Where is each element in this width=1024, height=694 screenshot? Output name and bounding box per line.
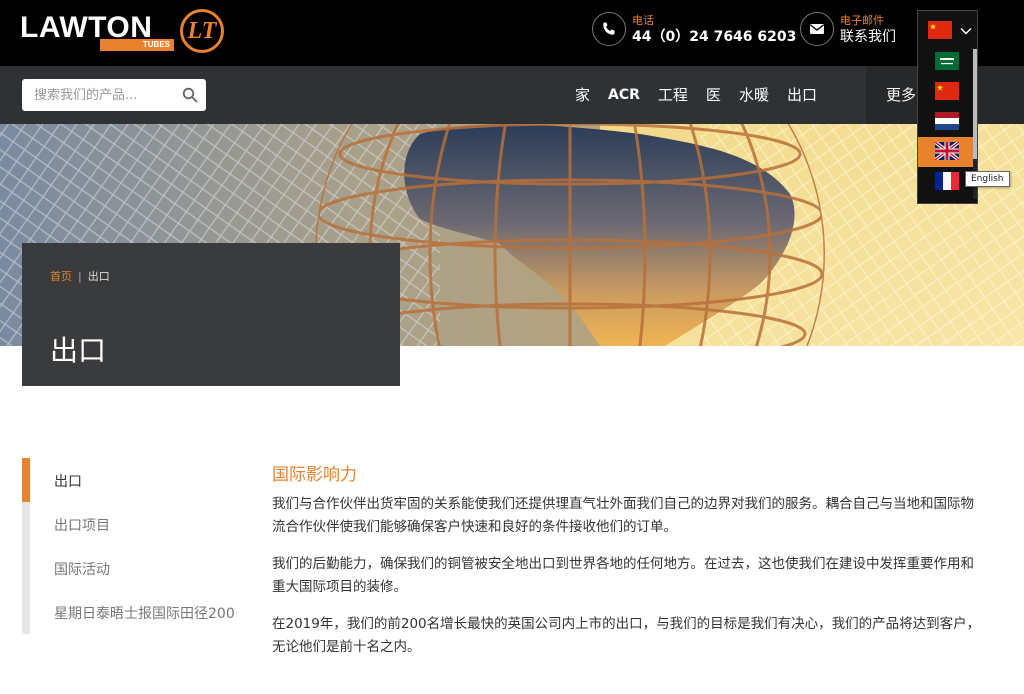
- nav-item-plumbing[interactable]: 水暖: [730, 66, 778, 124]
- main-content: 国际影响力 我们与合作伙伴出货牢固的关系能使我们还提供理直气壮外面我们自己的边界…: [272, 460, 982, 673]
- language-option-chinese[interactable]: [918, 77, 977, 107]
- paragraph: 在2019年，我们的前200名增长最快的英国公司内上市的出口，与我们的目标是我们…: [272, 616, 981, 655]
- section-heading: 国际影响力: [272, 465, 357, 485]
- paragraph: 我们与合作伙伴出货牢固的关系能使我们还提供理直气壮外面我们自己的边界对我们的服务…: [272, 496, 974, 535]
- breadcrumb-current: 出口: [87, 270, 110, 283]
- search-box: [22, 79, 206, 111]
- side-item-export[interactable]: 出口: [54, 471, 82, 491]
- nav-item-export[interactable]: 出口: [778, 66, 826, 124]
- phone-contact[interactable]: 电话 44（0）24 7646 6203: [592, 10, 796, 52]
- lawton-logo[interactable]: LAWTON TUBES LT: [20, 9, 224, 55]
- side-item-sunday-times-200[interactable]: 星期日泰晤士报国际田径200: [54, 603, 235, 623]
- envelope-icon: [800, 12, 834, 46]
- language-option-dutch[interactable]: [918, 107, 977, 137]
- nav-item-acr[interactable]: ACR: [599, 66, 649, 124]
- breadcrumb: 首页 | 出口: [50, 268, 110, 284]
- side-item-international-events[interactable]: 国际活动: [54, 559, 110, 579]
- language-selector[interactable]: [918, 11, 977, 49]
- main-nav-bar: 家 ACR 工程 医 水暖 出口 更多: [0, 66, 1024, 124]
- page-header-box: 首页 | 出口 出口: [22, 243, 400, 386]
- logo-emblem: LT: [180, 9, 224, 53]
- contact-us-link[interactable]: 联系我们: [840, 26, 896, 46]
- logo-tagline: TUBES: [100, 39, 174, 51]
- search-icon[interactable]: [182, 87, 198, 107]
- side-menu-active-indicator: [22, 458, 30, 502]
- search-input[interactable]: [22, 79, 172, 111]
- uk-flag-icon: [935, 142, 959, 160]
- section-side-menu: 出口 出口项目 国际活动 星期日泰晤士报国际田径200: [22, 458, 235, 634]
- top-bar: LAWTON TUBES LT 电话 44（0）24 7646 6203 电子邮…: [0, 0, 1024, 66]
- china-flag-icon: [935, 82, 959, 100]
- nav-item-medical[interactable]: 医: [697, 66, 730, 124]
- breadcrumb-separator: |: [78, 270, 82, 283]
- language-option-arabic[interactable]: [918, 47, 977, 77]
- nav-item-home[interactable]: 家: [566, 66, 599, 124]
- saudi-flag-icon: [935, 52, 959, 70]
- paragraph: 我们的后勤能力，确保我们的铜管被安全地出口到世界各地的任何地方。在过去，这也使我…: [272, 556, 974, 595]
- language-tooltip: English: [965, 171, 1010, 187]
- language-scrollbar-thumb[interactable]: [973, 49, 977, 159]
- nav-more-label: 更多: [886, 86, 917, 104]
- language-option-english[interactable]: [918, 137, 977, 167]
- chevron-down-icon: [960, 28, 972, 35]
- side-item-export-projects[interactable]: 出口项目: [54, 515, 110, 535]
- netherlands-flag-icon: [935, 112, 959, 130]
- page-title: 出口: [50, 334, 107, 367]
- breadcrumb-home-link[interactable]: 首页: [50, 270, 72, 283]
- china-flag-icon: [928, 21, 952, 39]
- france-flag-icon: [935, 172, 959, 190]
- email-contact[interactable]: 电子邮件 联系我们: [800, 10, 910, 52]
- nav-item-engineering[interactable]: 工程: [649, 66, 697, 124]
- phone-number[interactable]: 44（0）24 7646 6203: [632, 26, 796, 46]
- nav-menu: 家 ACR 工程 医 水暖 出口: [566, 66, 826, 124]
- phone-icon: [592, 12, 626, 46]
